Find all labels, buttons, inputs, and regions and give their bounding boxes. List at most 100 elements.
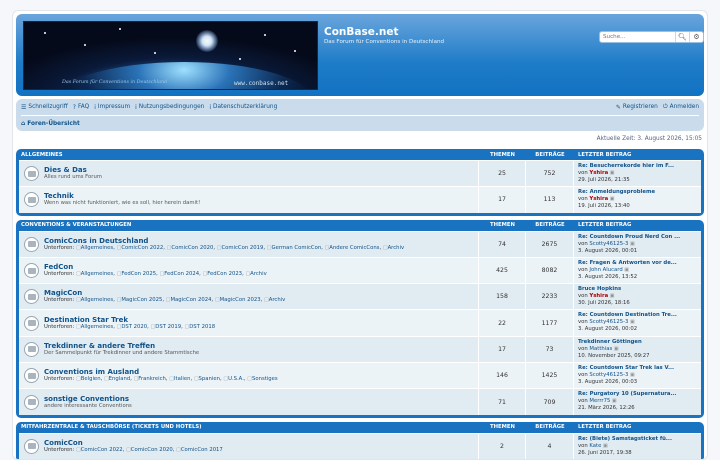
nav-link-label: Impressum — [97, 104, 131, 110]
forum-text: Dies & Das Alles rund ums Forum — [44, 166, 102, 181]
subforum-link[interactable]: Spanien — [199, 376, 220, 382]
subforum-link[interactable]: MagicCon 2023 — [220, 297, 261, 303]
forum-info: Destination Star Trek Unterforen: □Allgem… — [19, 310, 479, 336]
info-icon: i — [94, 103, 96, 111]
nav-link-nutzungsbedingungen[interactable]: i Nutzungsbedingungen — [135, 104, 204, 111]
posts-count: 2233 — [526, 284, 574, 310]
view-latest-post-icon[interactable]: ▣ — [612, 346, 619, 352]
last-post-by: von — [578, 293, 590, 300]
subforum-link[interactable]: Frankreich — [138, 376, 166, 382]
subforum-link[interactable]: U.S.A. — [228, 376, 244, 382]
forum-title-link[interactable]: ComicCons in Deutschland — [44, 237, 404, 245]
nav-link-registrieren[interactable]: ✎ Registrieren — [616, 104, 658, 111]
subforum-link[interactable]: MagicCon 2025 — [121, 297, 162, 303]
advanced-search-button[interactable]: ⚙︎ — [689, 32, 703, 42]
subforum-link[interactable]: MagicCon 2024 — [170, 297, 211, 303]
nav-link-impressum[interactable]: i Impressum — [94, 104, 130, 111]
topics-count: 22 — [479, 310, 526, 336]
last-post-title-link[interactable]: Re: Purgatory 10 (Supernatura... — [578, 391, 697, 398]
breadcrumb[interactable]: ⌂ Foren-Übersicht — [21, 120, 80, 127]
last-post-author-link[interactable]: Kate — [589, 443, 601, 449]
subforum-link[interactable]: German ComicCon — [272, 245, 322, 251]
subforum-link[interactable]: FedCon 2025 — [121, 271, 156, 277]
subforum-link[interactable]: Allgemeines — [81, 271, 113, 277]
subforum-label: Unterforen: — [44, 376, 76, 383]
last-post-author-link[interactable]: Matthias — [589, 346, 612, 352]
view-latest-post-icon[interactable]: ▣ — [628, 319, 635, 325]
last-post-title-link[interactable]: Re: Countdown Destination Tre... — [578, 312, 697, 319]
last-post-title-link[interactable]: Bruce Hopkins — [578, 286, 697, 293]
nav-link-datenschutzerklärung[interactable]: i Datenschutzerklärung — [209, 104, 277, 111]
nav-link-faq[interactable]: ? FAQ — [73, 104, 89, 111]
last-post-author-link[interactable]: Scotty46125-3 — [589, 241, 628, 247]
forum-title-link[interactable]: Conventions im Ausland — [44, 368, 278, 376]
last-post-title-link[interactable]: Re: Besucherrekorde hier im F... — [578, 163, 697, 170]
last-post-author-link[interactable]: Yshira — [589, 293, 608, 299]
nav-link-label: Registrieren — [622, 104, 658, 110]
subforum-link[interactable]: Andere ComicCons — [329, 245, 379, 251]
last-post-title-link[interactable]: Re: (Biete) Samstagsticket fü... — [578, 436, 697, 443]
view-latest-post-icon[interactable]: ▣ — [628, 241, 635, 247]
menu-icon: ☰ — [21, 103, 27, 111]
subforum-link[interactable]: DST 2018 — [189, 324, 215, 330]
forum-text: ComicCons in Deutschland Unterforen: □All… — [44, 237, 404, 252]
last-post-title-link[interactable]: Re: Anmeldungsprobleme — [578, 189, 697, 196]
view-latest-post-icon[interactable]: ▣ — [628, 372, 635, 378]
subforum-link[interactable]: ComicCon 2019 — [221, 245, 263, 251]
search-input[interactable] — [600, 32, 675, 42]
last-post-author-link[interactable]: Scotty46125-3 — [589, 372, 628, 378]
view-latest-post-icon[interactable]: ▣ — [608, 170, 615, 176]
subforum-link[interactable]: FedCon 2024 — [164, 271, 199, 277]
last-post-title-link[interactable]: Re: Countdown Star Trek las V... — [578, 365, 697, 372]
last-post-author-line: von Scotty46125-3 ▣ — [578, 241, 697, 248]
nav-link-schnellzugriff[interactable]: ☰ Schnellzugriff — [21, 104, 68, 111]
forum-title-link[interactable]: sonstige Conventions — [44, 395, 132, 403]
last-post-title-link[interactable]: Trekdinner Göttingen — [578, 339, 697, 346]
subforum-link[interactable]: FedCon 2023 — [207, 271, 242, 277]
subforum-link[interactable]: Belgien — [81, 376, 101, 382]
forum-title-link[interactable]: Dies & Das — [44, 166, 102, 174]
subforum-link[interactable]: ComicCon 2022 — [121, 245, 163, 251]
forum-title-link[interactable]: MagicCon — [44, 289, 285, 297]
search-button[interactable]: 🔍︎ — [675, 32, 689, 42]
last-post-title-link[interactable]: Re: Fragen & Antworten vor de... — [578, 260, 697, 267]
forum-description: andere interessante Conventions — [44, 402, 132, 409]
last-post-author-link[interactable]: Scotty46125-3 — [589, 319, 628, 325]
forum-text: Technik Wenn was nicht funktioniert, wie … — [44, 192, 200, 207]
view-latest-post-icon[interactable]: ▣ — [608, 293, 615, 299]
view-latest-post-icon[interactable]: ▣ — [610, 398, 617, 404]
last-post-author-link[interactable]: Yshira — [589, 170, 608, 176]
subforum-link[interactable]: Sonstiges — [252, 376, 278, 382]
forum-title-link[interactable]: Technik — [44, 192, 200, 200]
subforum-link[interactable]: DST 2020 — [121, 324, 147, 330]
site-title[interactable]: ConBase.net — [324, 26, 398, 38]
category-title[interactable]: ALLGEMEINES — [19, 152, 479, 158]
nav-link-anmelden[interactable]: ⏻ Anmelden — [663, 103, 699, 111]
subforum-link[interactable]: DST 2019 — [155, 324, 181, 330]
subforum-link[interactable]: Allgemeines — [81, 297, 113, 303]
last-post-title-link[interactable]: Re: Countdown Proud Nerd Con ... — [578, 234, 697, 241]
view-latest-post-icon[interactable]: ▣ — [608, 196, 615, 202]
last-post-author-link[interactable]: Merrr75 — [589, 398, 610, 404]
subforum-link[interactable]: Archiv — [388, 245, 405, 251]
last-post-author-link[interactable]: Yshira — [589, 196, 608, 202]
subforum-link[interactable]: England — [109, 376, 131, 382]
forum-title-link[interactable]: Trekdinner & andere Treffen — [44, 342, 199, 350]
last-post-author-link[interactable]: John Alucard — [589, 267, 622, 273]
view-latest-post-icon[interactable]: ▣ — [601, 443, 608, 449]
subforum-link[interactable]: Archiv — [269, 297, 286, 303]
subforum-link[interactable]: Allgemeines — [81, 324, 113, 330]
subforum-link[interactable]: Italien — [174, 376, 190, 382]
last-post: Re: (Biete) Samstagsticket fü... von Kate… — [574, 434, 701, 459]
forum-title-link[interactable]: Destination Star Trek — [44, 316, 215, 324]
subforum-link[interactable]: Archiv — [250, 271, 267, 277]
subforum-link[interactable]: ComicCon 2020 — [171, 245, 213, 251]
forum-title-link[interactable]: FedCon — [44, 263, 267, 271]
view-latest-post-icon[interactable]: ▣ — [623, 267, 629, 273]
forum-title-link[interactable]: ComicCon — [44, 439, 223, 447]
site-logo-banner[interactable]: Das Forum für Conventions in Deutschland… — [23, 21, 318, 90]
forum-text: Conventions im Ausland Unterforen: □Belgi… — [44, 368, 278, 383]
category-title[interactable]: MITFAHRZENTRALE & TAUSCHBÖRSE (TICKETS U… — [19, 424, 479, 430]
subforum-link[interactable]: Allgemeines — [81, 245, 113, 251]
category-title[interactable]: CONVENTIONS & VERANSTALTUNGEN — [19, 222, 479, 228]
